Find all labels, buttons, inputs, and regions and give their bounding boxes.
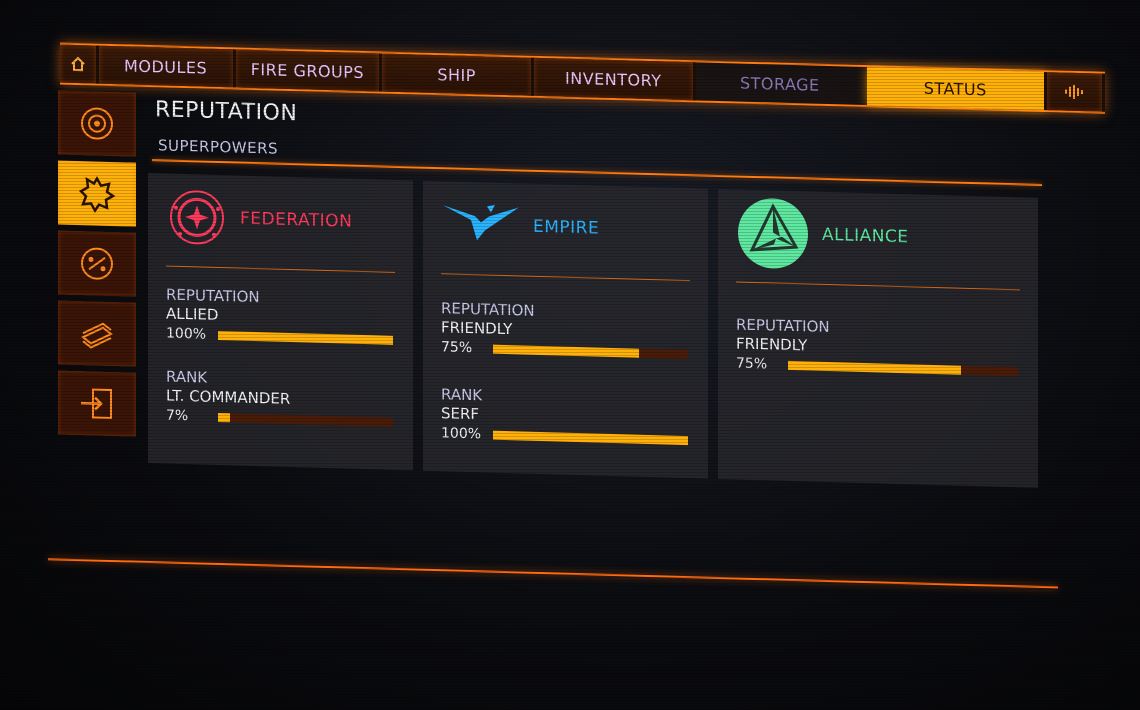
progress-track bbox=[493, 430, 688, 445]
status-panel: MODULES FIRE GROUPS SHIP INVENTORY STORA… bbox=[40, 30, 1120, 620]
progress-track bbox=[218, 412, 393, 427]
sidebar-item-transfer[interactable] bbox=[58, 370, 136, 437]
sidebar-item-superpowers[interactable] bbox=[58, 160, 136, 227]
progress-track bbox=[788, 360, 1018, 376]
alliance-emblem-icon bbox=[738, 198, 808, 269]
empire-emblem-icon bbox=[443, 204, 519, 241]
progress-track bbox=[218, 330, 393, 345]
credits-stack-icon bbox=[81, 322, 113, 349]
game-screen: MODULES FIRE GROUPS SHIP INVENTORY STORA… bbox=[0, 0, 1140, 710]
tab-modules[interactable]: MODULES bbox=[98, 45, 236, 88]
federation-emblem-icon bbox=[170, 190, 224, 245]
progress-fill bbox=[218, 412, 231, 422]
superpower-badge-icon bbox=[78, 176, 116, 213]
tab-inventory[interactable]: INVENTORY bbox=[533, 57, 696, 101]
faction-compass-icon bbox=[81, 247, 113, 280]
rank-block: RANK LT. COMMANDER 7% bbox=[166, 368, 393, 430]
card-divider bbox=[166, 265, 395, 273]
sidebar bbox=[58, 90, 138, 443]
reputation-block: REPUTATION ALLIED 100% bbox=[166, 286, 393, 348]
faction-header: FEDERATION bbox=[166, 186, 352, 253]
sidebar-item-credits[interactable] bbox=[58, 300, 136, 367]
progress-fill bbox=[493, 344, 640, 358]
progress-fill bbox=[493, 430, 688, 445]
home-icon bbox=[71, 56, 85, 72]
audio-wave-icon bbox=[1065, 84, 1084, 99]
rank-percent: 100% bbox=[441, 425, 482, 443]
home-button[interactable] bbox=[60, 44, 99, 84]
faction-header: EMPIRE bbox=[441, 193, 599, 259]
faction-card-federation: FEDERATION REPUTATION ALLIED 100% RANK L… bbox=[148, 173, 413, 471]
reputation-percent: 75% bbox=[441, 339, 473, 357]
faction-name: FEDERATION bbox=[240, 208, 353, 232]
reputation-block: REPUTATION FRIENDLY 75% bbox=[736, 315, 1018, 379]
transfer-icon bbox=[81, 388, 112, 420]
tab-ship[interactable]: SHIP bbox=[382, 53, 534, 96]
page-subtitle: SUPERPOWERS bbox=[158, 136, 279, 158]
faction-card-empire: EMPIRE REPUTATION FRIENDLY 75% RANK SERF… bbox=[423, 180, 708, 479]
card-divider bbox=[736, 281, 1020, 291]
faction-name: EMPIRE bbox=[533, 216, 600, 239]
progress-fill bbox=[788, 360, 961, 375]
bottom-divider bbox=[48, 558, 1058, 589]
sidebar-item-galaxy[interactable] bbox=[58, 90, 136, 157]
audio-button[interactable] bbox=[1046, 72, 1106, 112]
reputation-percent: 100% bbox=[166, 325, 207, 343]
tab-status[interactable]: STATUS bbox=[867, 67, 1047, 111]
faction-header: ALLIANCE bbox=[736, 198, 909, 269]
reputation-percent: 75% bbox=[736, 355, 768, 373]
rank-block: RANK SERF 100% bbox=[441, 385, 688, 448]
card-divider bbox=[441, 273, 690, 282]
progress-fill bbox=[218, 330, 393, 345]
reputation-block: REPUTATION FRIENDLY 75% bbox=[441, 299, 688, 362]
rank-percent: 7% bbox=[166, 407, 189, 425]
progress-track bbox=[493, 344, 688, 359]
tab-storage[interactable]: STORAGE bbox=[695, 62, 868, 106]
faction-name: ALLIANCE bbox=[822, 224, 909, 248]
tab-fire-groups[interactable]: FIRE GROUPS bbox=[235, 49, 383, 92]
sidebar-item-factions[interactable] bbox=[58, 230, 136, 297]
faction-card-alliance: ALLIANCE REPUTATION FRIENDLY 75% bbox=[718, 188, 1038, 488]
page-title: REPUTATION bbox=[155, 97, 298, 127]
galaxy-icon bbox=[81, 107, 113, 140]
